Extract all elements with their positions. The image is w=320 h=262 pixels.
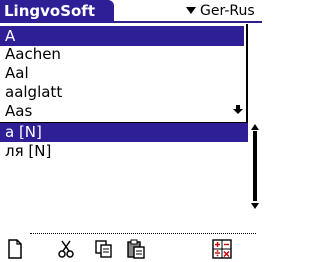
dropdown-arrow-icon: [186, 7, 196, 14]
title-bar: LingvoSoft: [0, 0, 114, 22]
cut-icon[interactable]: [56, 239, 76, 259]
translation-item[interactable]: ля [N]: [0, 142, 51, 161]
search-input[interactable]: [0, 26, 244, 46]
translation-list[interactable]: а [N] ля [N]: [0, 122, 262, 210]
scroll-down-arrow-icon[interactable]: [233, 105, 243, 115]
paste-icon[interactable]: [126, 239, 146, 259]
word-list-item[interactable]: Aal: [5, 64, 29, 83]
new-page-icon[interactable]: [5, 239, 25, 259]
word-list-item[interactable]: Aachen: [5, 45, 61, 64]
scrollbar-thumb[interactable]: [253, 131, 257, 201]
translation-item[interactable]: а [N]: [0, 123, 248, 142]
calculator-icon[interactable]: [212, 239, 232, 259]
app-title: LingvoSoft: [4, 2, 96, 20]
toolbar-divider: [30, 233, 256, 234]
word-list-item[interactable]: Aas: [5, 102, 32, 121]
word-list-item[interactable]: aalglatt: [5, 83, 62, 102]
language-select-value: Ger-Rus: [200, 3, 255, 19]
translation-scrollbar[interactable]: [249, 124, 261, 211]
copy-icon[interactable]: [94, 239, 114, 259]
scroll-up-arrow-icon[interactable]: [251, 124, 259, 130]
title-underline: [0, 21, 262, 23]
scroll-down-arrow-icon[interactable]: [251, 203, 259, 209]
